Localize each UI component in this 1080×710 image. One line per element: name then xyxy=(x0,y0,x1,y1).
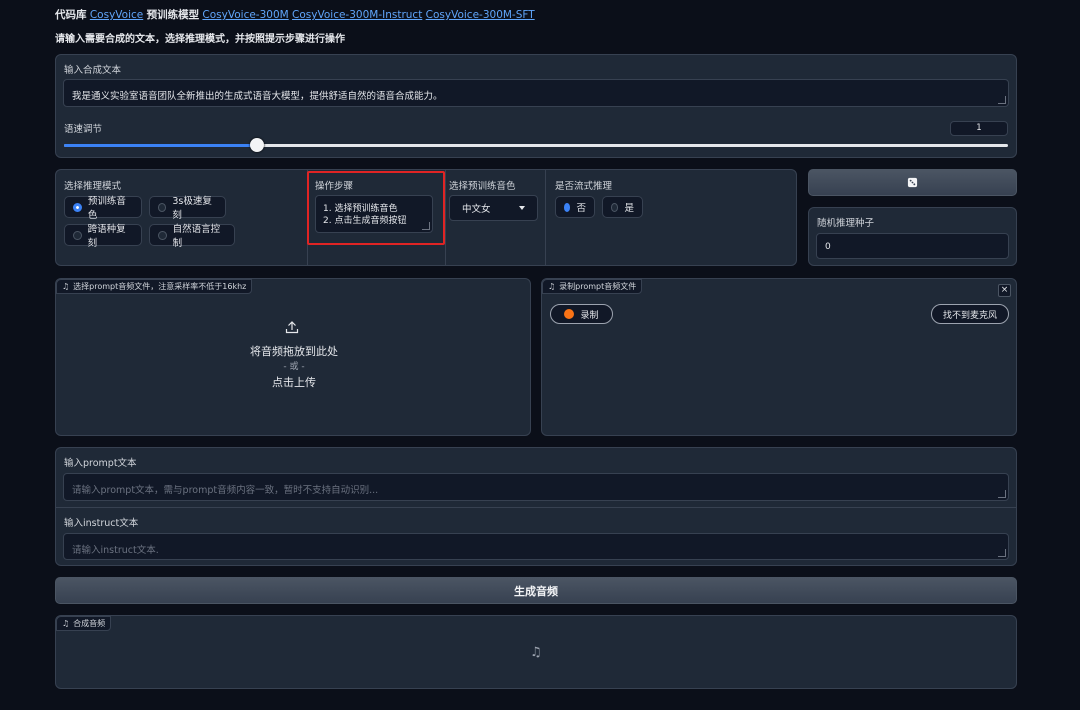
voice-value: 中文女 xyxy=(462,204,491,215)
stream-option-no[interactable]: 否 xyxy=(555,196,595,218)
instruct-text-placeholder: 请输入instruct文本. xyxy=(72,545,159,556)
prompt-text-input[interactable]: 请输入prompt文本，需与prompt音频内容一致，暂时不支持自动识别... xyxy=(63,473,1009,501)
music-note-icon: ♫ xyxy=(62,619,70,628)
repo-link[interactable]: CosyVoice xyxy=(90,9,143,21)
instruction-text: 请输入需要合成的文本，选择推理模式，并按照提示步骤进行操作 xyxy=(55,34,345,45)
instruct-text-input[interactable]: 请输入instruct文本. xyxy=(63,533,1009,560)
radio-dot-icon xyxy=(73,202,82,212)
dice-icon xyxy=(907,177,918,188)
no-mic-button[interactable]: 找不到麦克风 xyxy=(931,304,1009,324)
speed-slider-track[interactable] xyxy=(64,138,1008,152)
model-link-instruct[interactable]: CosyVoice-300M-Instruct xyxy=(292,9,422,21)
prompt-text-placeholder: 请输入prompt文本，需与prompt音频内容一致，暂时不支持自动识别... xyxy=(72,485,379,496)
prompt-text-label: 输入prompt文本 xyxy=(64,458,137,469)
upload-tag: ♫ 选择prompt音频文件，注意采样率不低于16khz xyxy=(56,279,253,294)
speed-number-input[interactable]: 1 xyxy=(950,121,1008,136)
mode-option-label: 3s极速复刻 xyxy=(172,196,212,221)
upload-click-text[interactable]: 点击上传 xyxy=(56,374,532,390)
seed-label: 随机推理种子 xyxy=(817,218,875,229)
upload-drop-text: 将音频拖放到此处 xyxy=(250,345,338,358)
upload-tag-label: 选择prompt音频文件，注意采样率不低于16khz xyxy=(73,282,247,291)
mode-label: 选择推理模式 xyxy=(64,181,122,192)
stream-option-label: 否 xyxy=(576,203,586,214)
close-button[interactable]: × xyxy=(998,284,1011,297)
radio-dot-icon xyxy=(73,230,82,240)
stream-option-label: 是 xyxy=(624,203,634,214)
options-panel: 选择推理模式 预训练音色 3s极速复刻 跨语种复刻 自然语言控制 操作步骤 1.… xyxy=(55,169,797,266)
synthesis-text-input[interactable]: 我是通义实验室语音团队全新推出的生成式语音大模型，提供舒适自然的语音合成能力。 xyxy=(63,79,1009,107)
instruct-text-label: 输入instruct文本 xyxy=(64,518,139,529)
highlight-box xyxy=(307,171,445,245)
mode-option-3s[interactable]: 3s极速复刻 xyxy=(149,196,226,221)
radio-dot-icon xyxy=(158,230,167,240)
radio-dot-icon xyxy=(611,202,619,212)
music-note-icon: ♫ xyxy=(548,282,556,291)
record-button[interactable]: 录制 xyxy=(550,304,613,324)
caret-down-icon xyxy=(519,206,525,210)
upload-or-text: - 或 - xyxy=(283,362,305,372)
record-tag-label: 录制prompt音频文件 xyxy=(559,282,637,291)
synthesis-panel: 输入合成文本 我是通义实验室语音团队全新推出的生成式语音大模型，提供舒适自然的语… xyxy=(55,54,1017,158)
generate-audio-label: 生成音频 xyxy=(514,584,558,598)
mode-option-label: 预训练音色 xyxy=(87,196,126,221)
mode-option-pretrained[interactable]: 预训练音色 xyxy=(64,196,142,221)
generate-audio-button[interactable]: 生成音频 xyxy=(55,577,1017,604)
synthesis-text-label: 输入合成文本 xyxy=(64,65,122,76)
model-link-sft[interactable]: CosyVoice-300M-SFT xyxy=(426,9,535,21)
stream-option-yes[interactable]: 是 xyxy=(602,196,643,218)
record-tag: ♫ 录制prompt音频文件 xyxy=(542,279,643,294)
mode-option-cross-lingual[interactable]: 跨语种复刻 xyxy=(64,224,142,249)
column-divider xyxy=(545,170,546,266)
music-note-icon: ♫ xyxy=(530,645,542,660)
mode-option-label: 跨语种复刻 xyxy=(87,224,126,249)
radio-dot-icon xyxy=(158,202,167,212)
music-note-icon: ♫ xyxy=(62,282,70,291)
record-button-label: 录制 xyxy=(580,310,599,321)
column-divider xyxy=(445,170,446,266)
model-link-300m[interactable]: CosyVoice-300M xyxy=(202,9,288,21)
output-audio-panel: ♫ 合成音频 ♫ xyxy=(55,615,1017,689)
resize-handle-icon[interactable] xyxy=(998,490,1006,498)
mode-option-label: 自然语言控制 xyxy=(172,224,221,249)
speed-slider-thumb[interactable] xyxy=(249,138,264,152)
record-dot-icon xyxy=(564,309,575,319)
random-seed-button[interactable] xyxy=(808,169,1017,196)
no-mic-label: 找不到麦克风 xyxy=(942,310,997,321)
resize-handle-icon[interactable] xyxy=(998,96,1006,104)
models-label: 预训练模型 xyxy=(146,9,200,21)
stream-label: 是否流式推理 xyxy=(555,181,613,192)
prompt-panel: 输入prompt文本 请输入prompt文本，需与prompt音频内容一致，暂时… xyxy=(55,447,1017,566)
output-tag: ♫ 合成音频 xyxy=(56,616,112,631)
speed-label: 语速调节 xyxy=(64,124,103,135)
synthesis-text-value: 我是通义实验室语音团队全新推出的生成式语音大模型，提供舒适自然的语音合成能力。 xyxy=(72,91,443,102)
seed-value: 0 xyxy=(825,242,831,252)
speed-slider-fill xyxy=(64,144,257,147)
header-prefix: 代码库 xyxy=(55,9,87,21)
seed-input[interactable]: 0 xyxy=(816,233,1009,259)
voice-dropdown[interactable]: 中文女 xyxy=(449,195,538,221)
upload-panel[interactable]: ♫ 选择prompt音频文件，注意采样率不低于16khz 将音频拖放到此处 - … xyxy=(55,278,531,436)
voice-label: 选择预训练音色 xyxy=(449,181,516,192)
header-line: 代码库 CosyVoice 预训练模型 CosyVoice-300M CosyV… xyxy=(55,7,535,22)
upload-icon xyxy=(285,321,299,334)
output-tag-label: 合成音频 xyxy=(73,619,106,628)
resize-handle-icon[interactable] xyxy=(998,549,1006,557)
close-icon: × xyxy=(1000,285,1009,295)
speed-value: 1 xyxy=(976,123,982,133)
record-panel: ♫ 录制prompt音频文件 × 录制 找不到麦克风 xyxy=(541,278,1017,436)
seed-panel: 随机推理种子 0 xyxy=(808,207,1017,266)
section-divider xyxy=(56,507,1016,508)
mode-option-instruct[interactable]: 自然语言控制 xyxy=(149,224,235,249)
radio-dot-icon xyxy=(564,202,571,212)
